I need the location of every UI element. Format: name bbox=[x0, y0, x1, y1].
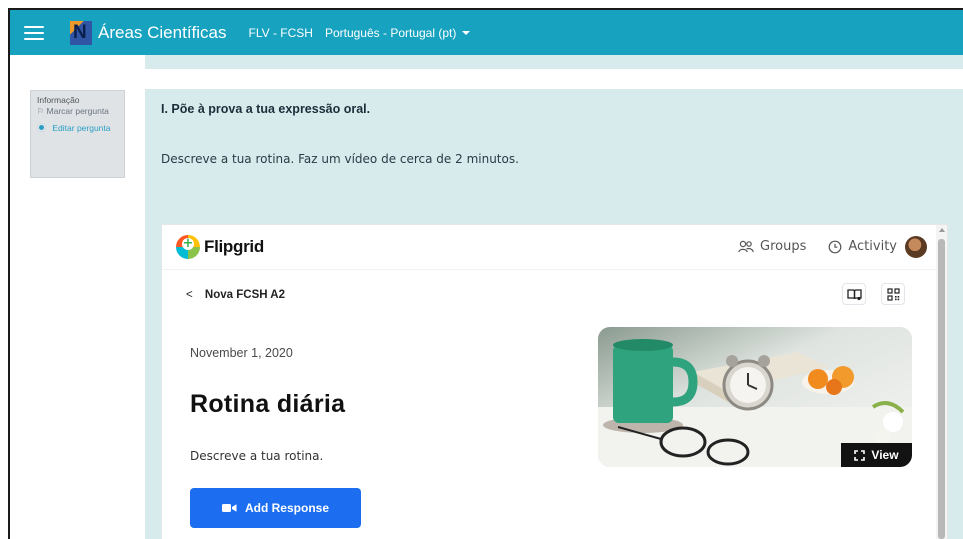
language-label: Português - Portugal (pt) bbox=[324, 25, 457, 40]
scroll-up-icon[interactable] bbox=[939, 228, 945, 232]
browser-frame: N Áreas Científicas FLV - FCSH Português… bbox=[8, 8, 963, 539]
view-button[interactable]: View bbox=[841, 443, 912, 467]
edit-question-link[interactable]: Editar pergunta bbox=[37, 122, 118, 134]
question-title: I. Põe à prova a tua expressão oral. bbox=[161, 102, 371, 116]
embed-scrollbar[interactable] bbox=[936, 225, 947, 539]
avatar[interactable] bbox=[905, 236, 927, 258]
immersive-reader-button[interactable] bbox=[842, 283, 866, 305]
flipgrid-header: Flipgrid Groups bbox=[162, 225, 947, 270]
flag-question-label: Marcar pergunta bbox=[46, 105, 109, 116]
menu-icon[interactable] bbox=[24, 25, 44, 40]
groups-nav-item[interactable]: Groups bbox=[738, 239, 806, 254]
expand-icon bbox=[854, 449, 866, 461]
activity-nav-item[interactable]: Activity bbox=[828, 239, 897, 254]
language-menu[interactable]: Português - Portugal (pt) bbox=[324, 25, 471, 40]
topic-description: Descreve a tua rotina. bbox=[190, 449, 324, 463]
chevron-left-icon: < bbox=[186, 289, 193, 301]
flipgrid-brand[interactable]: Flipgrid bbox=[204, 237, 264, 257]
add-response-button[interactable]: Add Response bbox=[190, 488, 361, 528]
flag-question-link[interactable]: ⚐ Marcar pergunta bbox=[37, 106, 118, 117]
topic-title: Rotina diária bbox=[190, 390, 346, 418]
qr-code-icon bbox=[886, 287, 900, 301]
top-navbar: N Áreas Científicas FLV - FCSH Português… bbox=[10, 10, 963, 55]
edit-question-label: Editar pergunta bbox=[52, 122, 111, 133]
caret-down-icon bbox=[462, 30, 471, 35]
back-link[interactable]: < Nova FCSH A2 bbox=[186, 289, 285, 301]
topic-cover-image[interactable]: View bbox=[598, 327, 912, 467]
flipgrid-logo-icon[interactable] bbox=[176, 235, 200, 259]
groups-label: Groups bbox=[760, 239, 807, 254]
activity-label: Activity bbox=[848, 239, 897, 254]
immersive-reader-icon bbox=[846, 288, 862, 300]
site-name-link[interactable]: Áreas Científicas bbox=[98, 23, 227, 43]
groups-icon bbox=[738, 240, 754, 253]
flipgrid-nav: Groups Activity bbox=[716, 239, 897, 254]
back-label: Nova FCSH A2 bbox=[204, 289, 286, 301]
topic-date: November 1, 2020 bbox=[190, 346, 293, 360]
add-response-label: Add Response bbox=[244, 501, 329, 515]
flag-icon: ⚐ bbox=[37, 106, 45, 116]
scrollbar-thumb[interactable] bbox=[938, 239, 945, 539]
content-header-strip bbox=[145, 55, 963, 69]
site-logo[interactable]: N bbox=[70, 20, 92, 45]
view-label: View bbox=[871, 448, 899, 462]
question-info-block: Informação ⚐ Marcar pergunta Editar perg… bbox=[30, 90, 125, 178]
question-panel: I. Põe à prova a tua expressão oral. Des… bbox=[145, 89, 963, 539]
question-text: Descreve a tua rotina. Faz um vídeo de c… bbox=[161, 152, 519, 166]
question-info-label: Informação bbox=[37, 95, 80, 105]
content-spacer bbox=[145, 69, 963, 89]
flipgrid-embed: Flipgrid Groups bbox=[161, 224, 948, 539]
course-link[interactable]: FLV - FCSH bbox=[249, 26, 313, 40]
clock-icon bbox=[828, 240, 842, 253]
gear-icon bbox=[37, 122, 46, 132]
video-camera-icon bbox=[221, 504, 237, 512]
qr-code-button[interactable] bbox=[881, 283, 905, 305]
